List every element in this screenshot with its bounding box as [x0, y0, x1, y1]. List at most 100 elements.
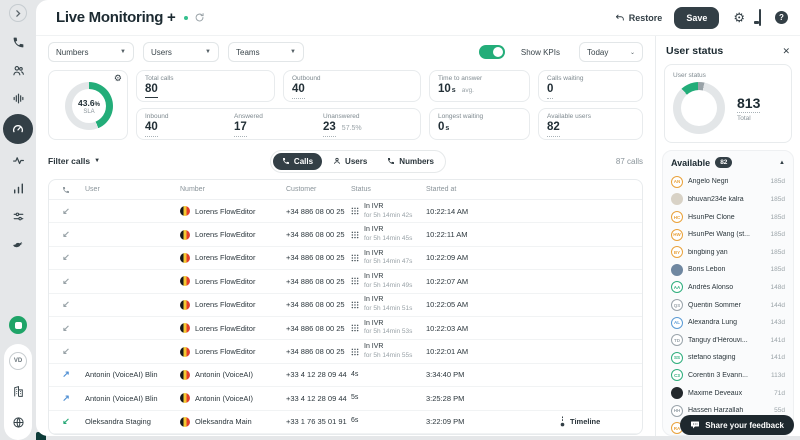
- save-button[interactable]: Save: [674, 7, 719, 29]
- table-row[interactable]: Lorens FlowEditor +34 886 08 00 25 In IV…: [49, 270, 642, 293]
- started-cell: 3:34:40 PM: [424, 370, 519, 379]
- period-dropdown[interactable]: Today⌄: [579, 42, 643, 62]
- kpi-time-to-answer[interactable]: Time to answer 10savg.: [429, 70, 530, 102]
- vd-avatar[interactable]: VD: [9, 352, 27, 370]
- started-cell: 10:22:07 AM: [424, 277, 519, 286]
- user-name: Alexandra Lung: [688, 319, 766, 326]
- number-cell: Antonin (VoiceAI): [178, 393, 284, 403]
- ivr-grid-icon: [351, 207, 359, 215]
- list-item[interactable]: QS Quentin Sommer 144d: [671, 296, 785, 314]
- kpi-total-calls[interactable]: Total calls 80: [136, 70, 275, 102]
- kpi-answered[interactable]: Answered 17: [234, 112, 323, 137]
- collapse-caret-icon[interactable]: ▲: [779, 160, 785, 166]
- teams-filter-dropdown[interactable]: Teams▼: [228, 42, 304, 62]
- numbers-filter-dropdown[interactable]: Numbers▼: [48, 42, 134, 62]
- list-item[interactable]: AN Angelo Negri 185d: [671, 173, 785, 191]
- refresh-icon[interactable]: [194, 12, 205, 23]
- list-item[interactable]: TD Tanguy d'Hérouvi... 141d: [671, 331, 785, 349]
- list-item[interactable]: AL Alexandra Lung 143d: [671, 314, 785, 332]
- sidebar-item-activity[interactable]: [8, 150, 28, 170]
- user-name: bingbing yan: [688, 249, 766, 256]
- number-cell: Antonin (VoiceAI): [178, 370, 284, 380]
- started-cell: 10:22:05 AM: [424, 300, 519, 309]
- col-started: Started at: [424, 186, 519, 193]
- number-cell: Lorens FlowEditor: [178, 323, 284, 333]
- list-item[interactable]: AA Andrés Alonso 148d: [671, 279, 785, 297]
- table-row[interactable]: Lorens FlowEditor +34 886 08 00 25 In IV…: [49, 294, 642, 317]
- list-item[interactable]: Boris Lebon 185d: [671, 261, 785, 279]
- table-row[interactable]: Lorens FlowEditor +34 886 08 00 25 In IV…: [49, 340, 642, 363]
- table-row[interactable]: Antonin (VoiceAI) Blin Antonin (VoiceAI)…: [49, 387, 642, 410]
- tab-users[interactable]: Users: [324, 153, 376, 170]
- bird-icon: [12, 238, 25, 251]
- status-duration: 141d: [771, 354, 785, 361]
- restore-button[interactable]: Restore: [615, 13, 663, 23]
- settings-gear-icon[interactable]: ⚙: [733, 11, 745, 24]
- calls-table-body: Lorens FlowEditor +34 886 08 00 25 In IV…: [49, 200, 642, 434]
- company-button[interactable]: [8, 381, 28, 401]
- sidebar-item-settings[interactable]: [8, 206, 28, 226]
- started-cell: 3:22:09 PM: [424, 417, 519, 426]
- expand-sidebar-button[interactable]: [9, 4, 27, 22]
- kpi-grid: ⚙ 43.6% SLA Total calls 80 Outbound 40: [48, 70, 643, 140]
- avatar: QS: [671, 299, 683, 311]
- question-mark-icon: ?: [775, 11, 788, 24]
- status-cell: In IVR for 5h 14min 45s: [349, 226, 424, 243]
- tab-calls[interactable]: Calls: [273, 153, 322, 170]
- sidebar-item-analytics[interactable]: [8, 178, 28, 198]
- list-item[interactable]: Maxime Deveaux 71d: [671, 384, 785, 402]
- number-cell: Lorens FlowEditor: [178, 206, 284, 216]
- kpi-longest-waiting[interactable]: Longest waiting 0s: [429, 108, 530, 140]
- started-cell: 10:22:11 AM: [424, 230, 519, 239]
- user-name: stefano staging: [688, 354, 766, 361]
- table-row[interactable]: Lorens FlowEditor +34 886 08 00 25 In IV…: [49, 247, 642, 270]
- user-status-panel: User status ✕ User status 813 Total Avai…: [655, 36, 800, 436]
- table-row[interactable]: Antonin (VoiceAI) Blin Antonin (VoiceAI)…: [49, 364, 642, 387]
- kpi-available-users[interactable]: Available users 82: [538, 108, 643, 140]
- list-item[interactable]: BY bingbing yan 185d: [671, 243, 785, 261]
- kpi-calls-waiting[interactable]: Calls waiting 0: [538, 70, 643, 102]
- language-button[interactable]: [8, 412, 28, 432]
- status-app-icon[interactable]: [9, 316, 27, 334]
- table-row[interactable]: Lorens FlowEditor +34 886 08 00 25 In IV…: [49, 317, 642, 340]
- phone-icon: [12, 36, 25, 49]
- list-item[interactable]: HC HsunPei Clone 185d: [671, 208, 785, 226]
- list-item[interactable]: C3 Corentin 3 Evann... 113d: [671, 367, 785, 385]
- table-row[interactable]: Lorens FlowEditor +34 886 08 00 25 In IV…: [49, 200, 642, 223]
- table-row[interactable]: Oleksandra Staging Oleksandra Main +33 1…: [49, 411, 642, 434]
- gear-icon[interactable]: ⚙: [114, 74, 122, 83]
- timeline-button[interactable]: Timeline: [559, 416, 640, 427]
- show-kpis-toggle[interactable]: [479, 45, 505, 59]
- status-cell: In IVR for 5h 14min 55s: [349, 343, 424, 360]
- filter-calls-dropdown[interactable]: Filter calls▼: [48, 156, 100, 166]
- sidebar-item-recordings[interactable]: [8, 88, 28, 108]
- started-cell: 10:22:03 AM: [424, 324, 519, 333]
- sidebar-item-live-monitoring[interactable]: [5, 116, 31, 142]
- table-row[interactable]: Lorens FlowEditor +34 886 08 00 25 In IV…: [49, 223, 642, 246]
- kpi-inbound[interactable]: Inbound 40: [145, 112, 234, 137]
- kpi-unanswered[interactable]: Unanswered 2357.5%: [323, 112, 412, 137]
- status-duration: 185d: [771, 249, 785, 256]
- user-cell: Oleksandra Staging: [83, 417, 178, 426]
- users-filter-dropdown[interactable]: Users▼: [143, 42, 219, 62]
- status-cell: In IVR for 5h 14min 51s: [349, 296, 424, 313]
- building-icon: [12, 385, 25, 398]
- pip-button[interactable]: [759, 11, 761, 24]
- list-item[interactable]: bhuvan234e kalra 185d: [671, 191, 785, 209]
- sidebar-item-integrations[interactable]: [8, 234, 28, 254]
- avatar: [671, 387, 683, 399]
- list-item[interactable]: SS stefano staging 141d: [671, 349, 785, 367]
- kpi-outbound[interactable]: Outbound 40: [283, 70, 421, 102]
- feedback-button[interactable]: Share your feedback: [680, 415, 794, 435]
- status-cell: In IVR for 5h 14min 47s: [349, 250, 424, 267]
- sidebar-item-teams[interactable]: [8, 60, 28, 80]
- status-duration: 185d: [771, 231, 785, 238]
- list-item[interactable]: HW HsunPei Wang (st... 185d: [671, 226, 785, 244]
- total-users-value: 813: [737, 95, 760, 113]
- avatar: C3: [671, 369, 683, 381]
- close-icon[interactable]: ✕: [782, 46, 790, 57]
- tab-numbers[interactable]: Numbers: [378, 153, 443, 170]
- avatar: AL: [671, 317, 683, 329]
- help-button[interactable]: ?: [775, 11, 788, 24]
- sidebar-item-calls[interactable]: [8, 32, 28, 52]
